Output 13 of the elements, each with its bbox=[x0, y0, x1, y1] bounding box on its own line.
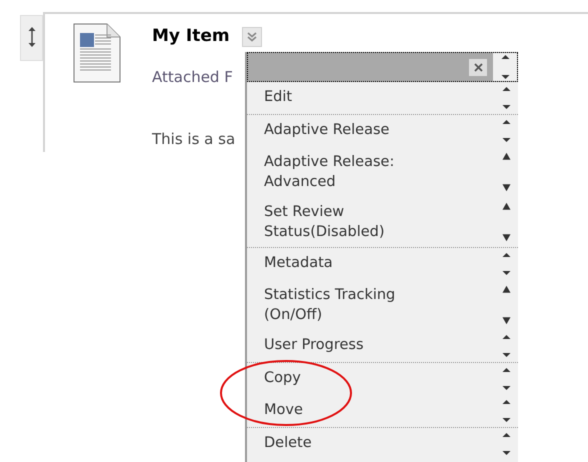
menu-item[interactable]: Copy bbox=[247, 363, 494, 395]
menu-item[interactable]: Delete bbox=[247, 428, 494, 460]
menu-item[interactable]: Statistics Tracking (On/Off) bbox=[247, 280, 494, 330]
item-title: My Item bbox=[152, 25, 230, 48]
menu-item[interactable]: Edit bbox=[247, 82, 494, 114]
menu-item[interactable]: Set Review Status(Disabled) bbox=[247, 197, 494, 247]
item-description: This is a sa bbox=[152, 129, 236, 150]
attachment-label: Attached F bbox=[152, 66, 233, 88]
menu-item[interactable]: Metadata bbox=[247, 248, 494, 280]
menu-item[interactable]: Adaptive Release bbox=[247, 115, 494, 147]
menu-item[interactable]: Adaptive Release: Advanced bbox=[247, 147, 494, 197]
menu-item[interactable]: User Progress bbox=[247, 330, 494, 362]
menu-item[interactable]: Move bbox=[247, 395, 494, 427]
